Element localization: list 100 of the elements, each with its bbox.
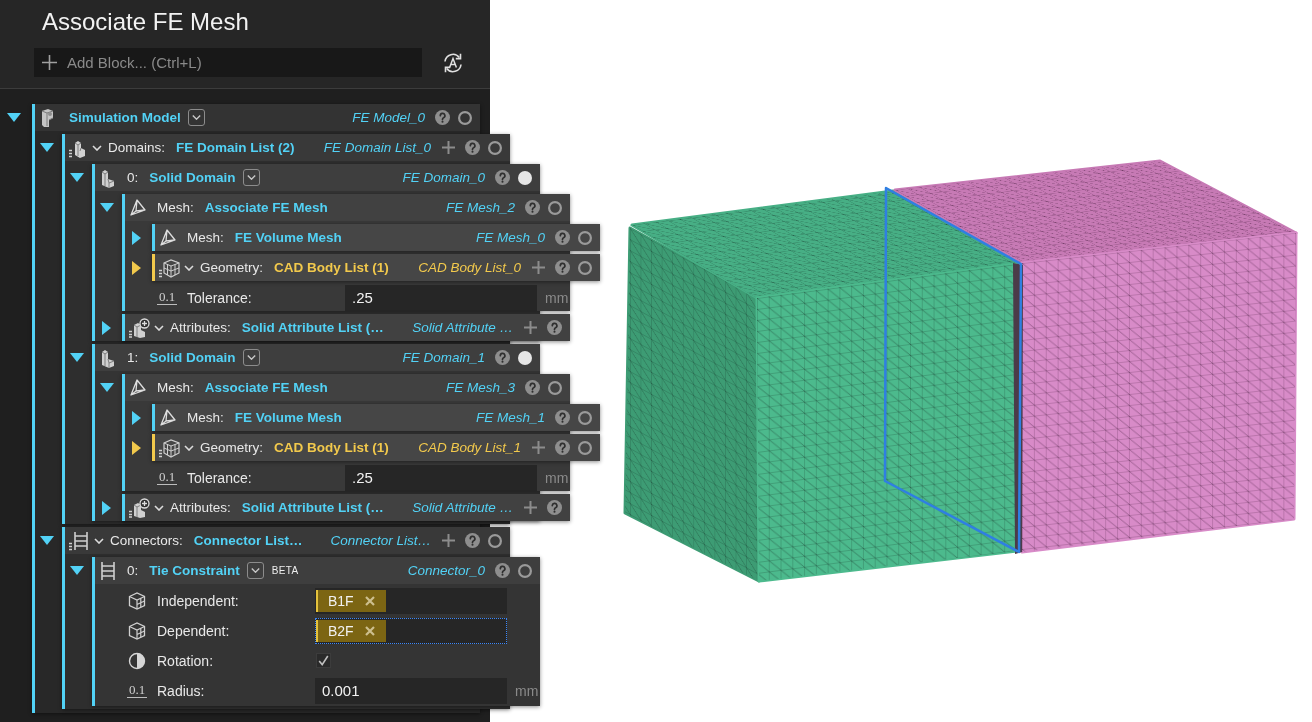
help-icon[interactable] [555,260,570,275]
caret-right-icon[interactable] [102,500,111,515]
ring-icon[interactable] [518,563,532,578]
block-value-link[interactable]: Solid Attribute List (… [241,500,384,515]
selection-field[interactable]: B1F [315,587,507,614]
plus-icon[interactable] [532,441,545,454]
field-label: Dependent: [157,622,231,639]
ring-icon[interactable] [578,410,592,425]
help-icon[interactable] [495,563,510,578]
help-icon[interactable] [495,170,510,185]
unit-label: mm [515,682,539,699]
caret-right-icon[interactable] [132,410,141,425]
help-icon[interactable] [547,320,562,335]
ring-icon[interactable] [488,533,502,548]
block-value-link[interactable]: Solid Attribute List (… [241,320,384,335]
ladder-icon [98,560,118,581]
chevron-down-icon[interactable] [184,264,194,271]
ring-icon[interactable] [488,140,502,155]
plus-icon[interactable] [442,141,455,154]
block-value-link[interactable]: Tie Constraint [149,563,240,578]
help-icon[interactable] [465,533,480,548]
block-value-link[interactable]: CAD Body List (1) [274,440,389,455]
caret-right-icon[interactable] [102,320,111,335]
token-chip[interactable]: B1F [316,589,386,612]
ring-icon[interactable] [578,440,592,455]
close-icon[interactable] [364,595,375,606]
caret-right-icon[interactable] [132,260,141,275]
block-name: FE Domain List_0 [322,140,431,155]
number-field[interactable]: 0.001 [315,677,507,704]
plus-icon[interactable] [524,501,537,514]
caret-right-icon[interactable] [132,440,141,455]
help-icon[interactable] [547,500,562,515]
dropdown-button[interactable] [242,169,260,186]
dropdown-button[interactable] [187,109,205,126]
plus-icon[interactable] [524,321,537,334]
block-value-link[interactable]: Solid Domain [149,350,236,365]
caret-down-icon[interactable] [99,203,114,212]
circular-arrows-icon[interactable] [442,51,464,74]
blocks-plus-icon [128,317,150,338]
plus-icon[interactable] [442,534,455,547]
grid-cube-icon [128,591,146,610]
block-label: Attributes: [170,320,231,335]
field-label: Rotation: [157,652,215,669]
blocks-plus-icon [128,497,150,518]
chevron-down-icon[interactable] [94,537,104,544]
ladder-icon [68,530,90,551]
dropdown-button[interactable] [246,562,264,579]
caret-down-icon[interactable] [7,113,21,122]
chevron-down-icon[interactable] [154,504,164,511]
block-label: Geometry: [200,440,264,455]
caret-down-icon[interactable] [99,383,114,392]
plus-icon[interactable] [532,261,545,274]
dot-icon[interactable] [518,350,532,365]
block-value-link[interactable]: Connector List… [193,533,303,548]
checkbox[interactable] [316,653,331,668]
chevron-down-icon[interactable] [184,444,194,451]
help-icon[interactable] [555,440,570,455]
block-value-link[interactable]: CAD Body List (1) [274,260,389,275]
number-field[interactable]: .25 [345,284,537,311]
dot-icon[interactable] [518,170,532,185]
help-icon[interactable] [525,200,540,215]
ring-icon[interactable] [548,200,562,215]
caret-down-icon[interactable] [69,353,84,362]
close-icon[interactable] [364,625,375,636]
block-value-link[interactable]: Solid Domain [149,170,236,185]
token-chip[interactable]: B2F [316,619,386,642]
block-value-link[interactable]: Simulation Model [69,110,181,125]
block-name: FE Domain_0 [401,170,485,185]
help-icon[interactable] [555,410,570,425]
ring-icon[interactable] [578,260,592,275]
help-icon[interactable] [495,350,510,365]
plus-icon [42,55,57,70]
help-icon[interactable] [465,140,480,155]
block-label: Attributes: [170,500,231,515]
help-icon[interactable] [525,380,540,395]
block-value-link[interactable]: FE Volume Mesh [234,410,342,425]
add-block-field[interactable]: Add Block... (Ctrl+L) [34,48,422,77]
caret-down-icon[interactable] [69,566,84,575]
number-field[interactable]: .25 [345,464,537,491]
block-value-link[interactable]: Associate FE Mesh [204,200,328,215]
chevron-down-icon[interactable] [154,324,164,331]
help-icon[interactable] [435,110,450,125]
ring-icon[interactable] [548,380,562,395]
block-value-link[interactable]: FE Domain List (2) [176,140,295,155]
token-label: B2F [328,622,354,639]
ring-icon[interactable] [458,110,472,125]
block-value-link[interactable]: Associate FE Mesh [204,380,328,395]
selection-field[interactable]: B2F [315,617,507,644]
caret-down-icon[interactable] [69,173,84,182]
dropdown-button[interactable] [242,349,260,366]
chevron-down-icon[interactable] [92,144,102,151]
beta-label: BETA [271,565,299,576]
help-icon[interactable] [555,230,570,245]
ring-icon[interactable] [578,230,592,245]
tetrahedron-icon [158,407,178,428]
caret-down-icon[interactable] [39,143,54,152]
caret-right-icon[interactable] [132,230,141,245]
block-name: FE Mesh_0 [474,230,545,245]
block-value-link[interactable]: FE Volume Mesh [234,230,342,245]
caret-down-icon[interactable] [39,536,54,545]
